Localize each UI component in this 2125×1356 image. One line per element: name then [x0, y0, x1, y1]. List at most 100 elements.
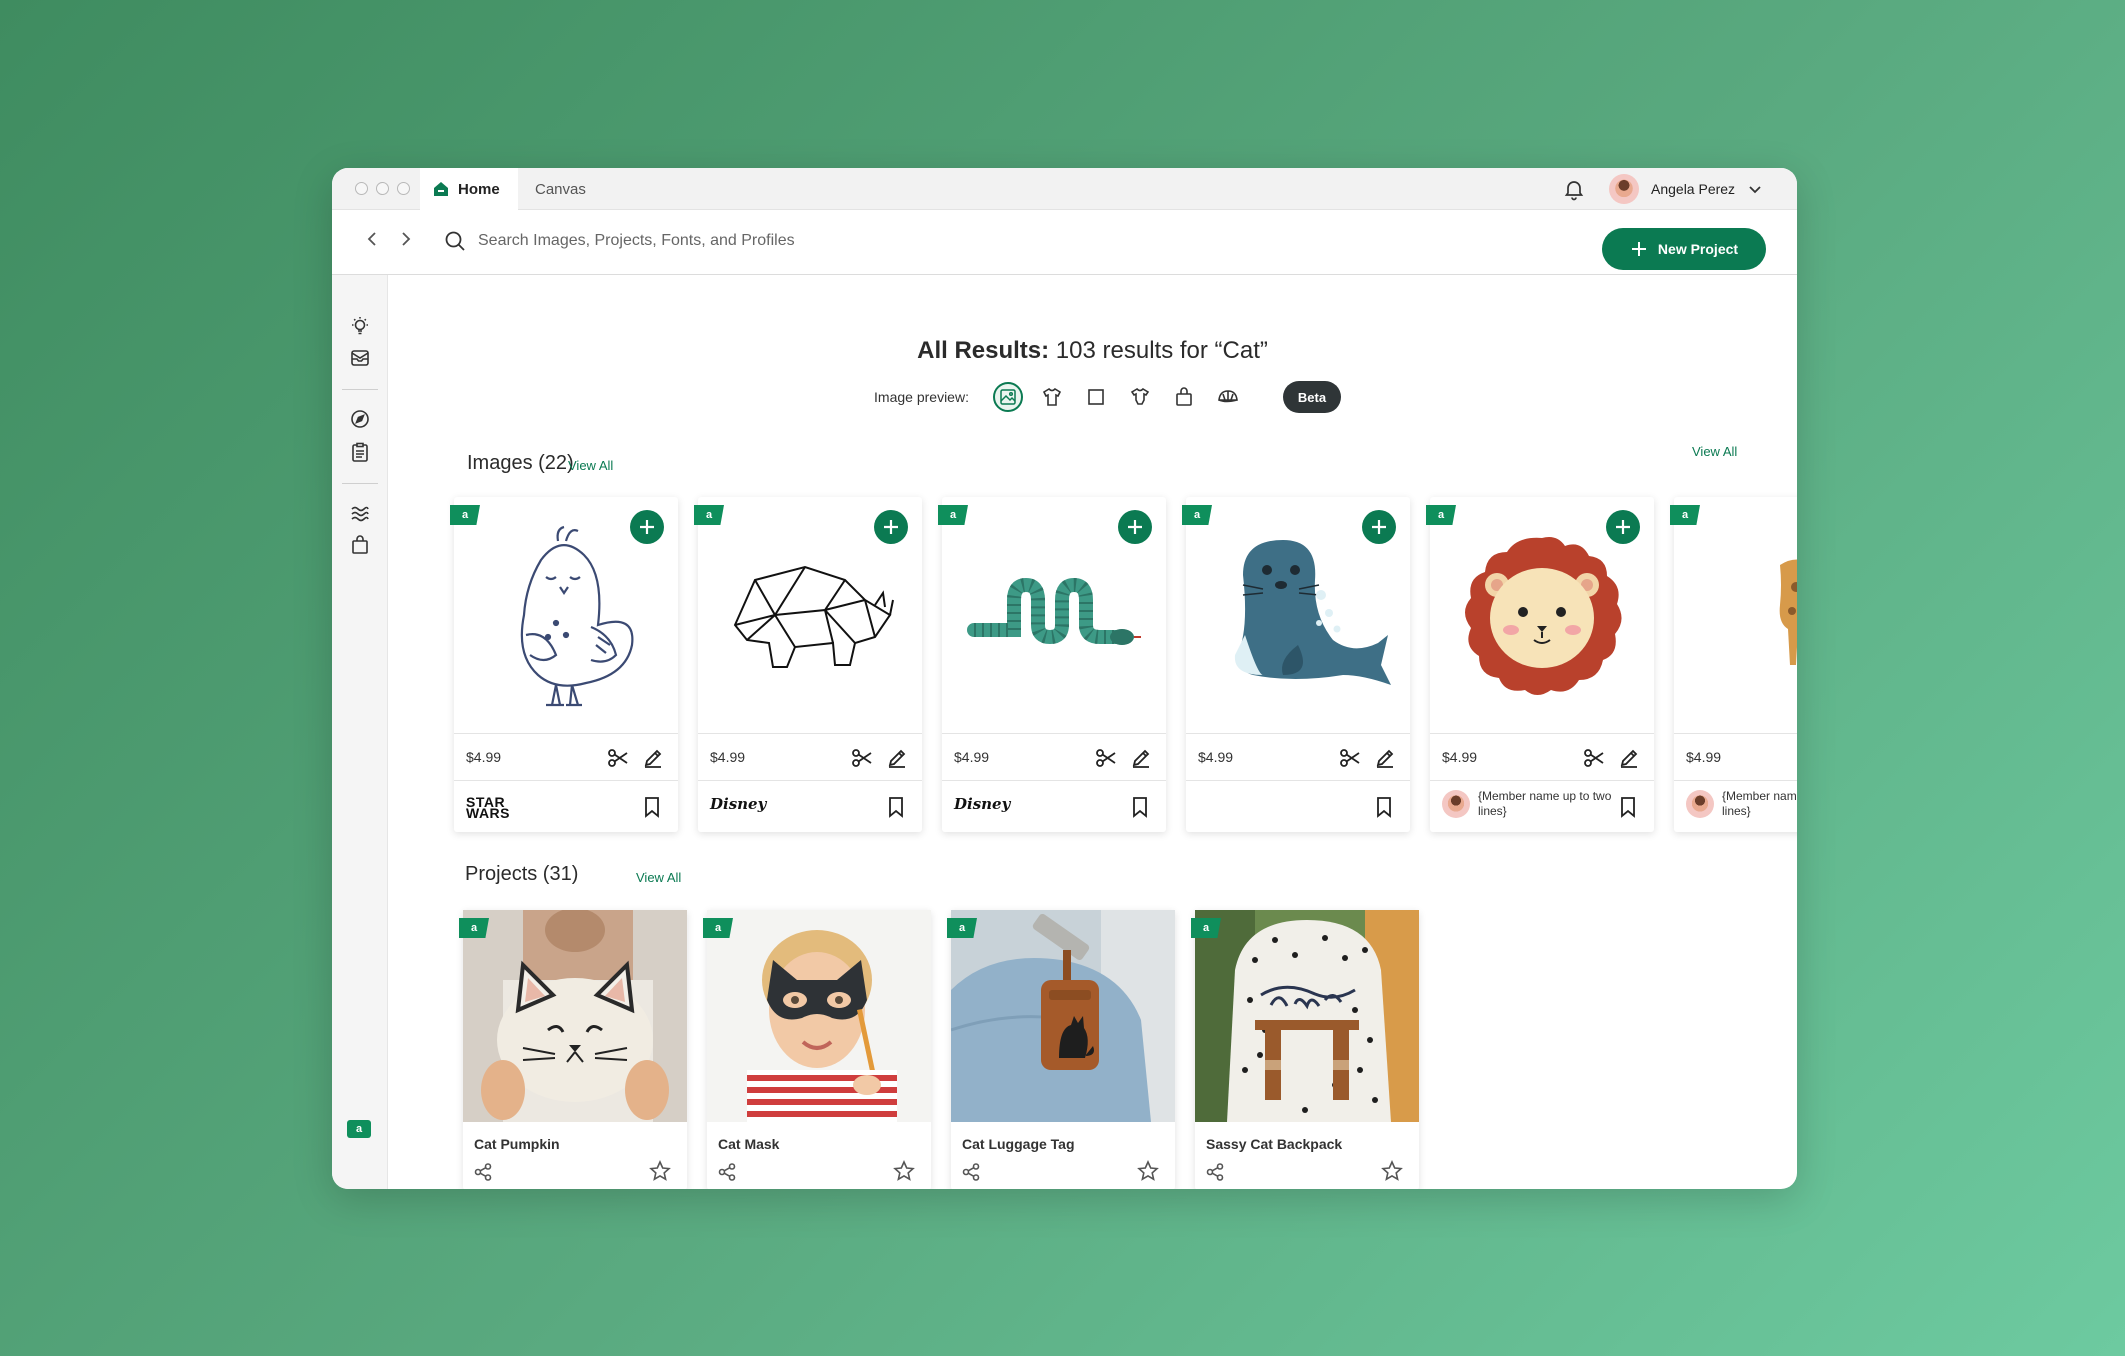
star-wars-logo: STAR WARS: [466, 794, 510, 821]
user-avatar: [1609, 174, 1639, 204]
images-view-all-right-link[interactable]: View All: [1692, 444, 1737, 459]
maximize-window-button[interactable]: [397, 182, 410, 195]
images-view-all-link[interactable]: View All: [568, 458, 613, 473]
image-card[interactable]: a $4.99 {Member name up to two lines}: [1426, 497, 1654, 832]
project-name: Cat Luggage Tag: [962, 1136, 1075, 1152]
scissors-icon[interactable]: [607, 747, 629, 774]
new-project-label: New Project: [1657, 241, 1739, 257]
star-icon[interactable]: [1137, 1160, 1159, 1187]
image-card[interactable]: a $4.99: [1182, 497, 1410, 832]
tab-canvas[interactable]: Canvas: [535, 168, 586, 210]
back-button[interactable]: [362, 229, 382, 254]
scissors-icon[interactable]: [1339, 747, 1361, 774]
projects-view-all-link[interactable]: View All: [636, 870, 681, 885]
app-badge-icon: a: [938, 505, 968, 525]
sassy-cat-backpack-photo: [1195, 910, 1419, 1122]
card-brand-row: Disney: [942, 781, 1166, 832]
pencil-icon[interactable]: [1130, 747, 1152, 774]
add-image-button[interactable]: [630, 510, 664, 544]
project-card[interactable]: a Cat Mask: [703, 910, 931, 1189]
star-icon[interactable]: [1381, 1160, 1403, 1187]
project-card[interactable]: a Cat Luggage Tag: [947, 910, 1175, 1189]
bookmark-icon[interactable]: [1374, 796, 1394, 823]
app-badge-icon: a: [459, 918, 489, 938]
giraffe-illustration: [1674, 497, 1797, 733]
image-card[interactable]: a $4.99 Disney: [938, 497, 1166, 832]
member-info[interactable]: {Member name up to two lines}: [1686, 789, 1797, 819]
member-info[interactable]: {Member name up to two lines}: [1442, 789, 1617, 819]
bookmark-icon[interactable]: [1618, 796, 1638, 823]
lightbulb-icon[interactable]: [349, 315, 371, 337]
tab-home[interactable]: Home: [420, 168, 518, 210]
app-badge-icon: a: [1426, 505, 1456, 525]
waves-icon[interactable]: [349, 502, 371, 524]
image-card[interactable]: a $4.99 Disney: [694, 497, 922, 832]
share-icon[interactable]: [717, 1162, 737, 1187]
forward-button[interactable]: [396, 229, 416, 254]
card-price-row: $4.99: [942, 733, 1166, 781]
chevron-down-icon: [1749, 186, 1761, 194]
user-menu[interactable]: Angela Perez: [1609, 174, 1763, 204]
plus-icon: [640, 520, 654, 534]
image-card[interactable]: a $4.99 STAR WARS: [450, 497, 678, 832]
image-price: $4.99: [710, 749, 746, 765]
scissors-icon[interactable]: [1095, 747, 1117, 774]
member-name: {Member name up to two lines}: [1722, 789, 1797, 818]
add-image-button[interactable]: [1362, 510, 1396, 544]
toolbar: New Project: [332, 210, 1797, 275]
sidebar-divider: [342, 483, 378, 484]
image-price: $4.99: [466, 749, 502, 765]
bookmark-icon[interactable]: [642, 796, 662, 823]
share-icon[interactable]: [473, 1162, 493, 1187]
image-card[interactable]: a $4.99 {Member name up to two lines}: [1670, 497, 1797, 832]
card-price-row: $4.99: [698, 733, 922, 781]
project-card[interactable]: a Cat Pumpkin: [459, 910, 687, 1189]
notifications-bell-icon[interactable]: [1562, 177, 1586, 206]
minimize-window-button[interactable]: [376, 182, 389, 195]
plus-icon: [1616, 520, 1630, 534]
share-icon[interactable]: [1205, 1162, 1225, 1187]
add-image-button[interactable]: [1118, 510, 1152, 544]
star-icon[interactable]: [893, 1160, 915, 1187]
star-icon[interactable]: [649, 1160, 671, 1187]
new-project-button[interactable]: New Project: [1602, 228, 1766, 270]
scissors-icon[interactable]: [851, 747, 873, 774]
image-icon[interactable]: [992, 382, 1023, 412]
project-card[interactable]: a Sassy Cat Backpack: [1191, 910, 1419, 1189]
tab-home-label: Home: [458, 180, 500, 198]
pencil-icon[interactable]: [1618, 747, 1640, 774]
card-price-row: $4.99: [1186, 733, 1410, 781]
bag-icon[interactable]: [349, 534, 371, 556]
app-logo-icon[interactable]: a: [347, 1120, 371, 1138]
onesie-icon[interactable]: [1125, 382, 1155, 412]
pencil-icon[interactable]: [886, 747, 908, 774]
tote-bag-icon[interactable]: [1169, 382, 1199, 412]
tshirt-icon[interactable]: [1037, 382, 1067, 412]
member-avatar: [1686, 790, 1714, 818]
add-image-button[interactable]: [1606, 510, 1640, 544]
close-window-button[interactable]: [355, 182, 368, 195]
scissors-icon[interactable]: [1583, 747, 1605, 774]
bookmark-icon[interactable]: [886, 796, 906, 823]
project-name: Cat Pumpkin: [474, 1136, 560, 1152]
card-price-row: $4.99: [1430, 733, 1654, 781]
compass-icon[interactable]: [349, 408, 371, 430]
bookmark-icon[interactable]: [1130, 796, 1150, 823]
image-preview-label: Image preview:: [874, 389, 969, 405]
card-brand-row: Disney: [698, 781, 922, 832]
pencil-icon[interactable]: [642, 747, 664, 774]
share-icon[interactable]: [961, 1162, 981, 1187]
add-image-button[interactable]: [874, 510, 908, 544]
image-price: $4.99: [1198, 749, 1234, 765]
cap-icon[interactable]: [1213, 382, 1243, 412]
search-input[interactable]: [478, 232, 978, 250]
results-title-label: All Results:: [917, 337, 1050, 364]
image-price: $4.99: [954, 749, 990, 765]
pencil-icon[interactable]: [1374, 747, 1396, 774]
app-badge-icon: a: [1191, 918, 1221, 938]
project-name: Sassy Cat Backpack: [1206, 1136, 1343, 1152]
inbox-icon[interactable]: [349, 347, 371, 369]
plus-icon: [1128, 520, 1142, 534]
square-icon[interactable]: [1081, 382, 1111, 412]
clipboard-icon[interactable]: [349, 441, 371, 463]
